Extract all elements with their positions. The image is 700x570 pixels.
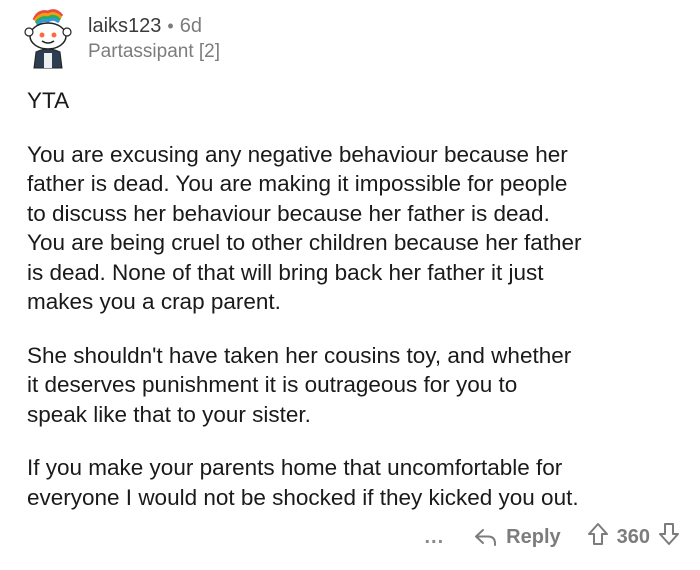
separator-dot: • bbox=[167, 16, 174, 36]
vote-count: 360 bbox=[616, 525, 650, 548]
downvote-button[interactable] bbox=[658, 522, 680, 552]
comment-body: YTA You are excusing any negative behavi… bbox=[27, 86, 687, 512]
reply-label: Reply bbox=[506, 525, 561, 548]
comment-header: laiks123 • 6d Partassipant [2] bbox=[20, 6, 220, 70]
user-flair: Partassipant [2] bbox=[88, 41, 221, 62]
username[interactable]: laiks123 bbox=[88, 14, 161, 38]
verdict-text: YTA bbox=[27, 88, 70, 113]
downvote-arrow-icon bbox=[659, 523, 679, 545]
vote-controls: 360 bbox=[587, 522, 680, 552]
comment-paragraph: She shouldn't have taken her cousins toy… bbox=[27, 342, 572, 427]
comment-card: laiks123 • 6d Partassipant [2] YTA You a… bbox=[0, 0, 700, 570]
comment-age: 6d bbox=[179, 15, 202, 37]
comment-paragraph: You are excusing any negative behaviour … bbox=[27, 141, 582, 315]
reply-arrow-icon bbox=[475, 529, 497, 546]
comment-actions: ... Reply 360 bbox=[424, 522, 680, 552]
more-options-icon[interactable]: ... bbox=[424, 526, 444, 549]
comment-paragraph: If you make your parents home that uncom… bbox=[27, 455, 579, 510]
upvote-arrow-icon bbox=[587, 523, 608, 545]
author-meta: laiks123 • 6d Partassipant [2] bbox=[88, 6, 220, 64]
snoo-avatar-icon bbox=[24, 9, 72, 69]
avatar[interactable] bbox=[20, 6, 76, 70]
upvote-button[interactable] bbox=[587, 522, 609, 552]
reply-button[interactable]: Reply bbox=[474, 525, 561, 549]
